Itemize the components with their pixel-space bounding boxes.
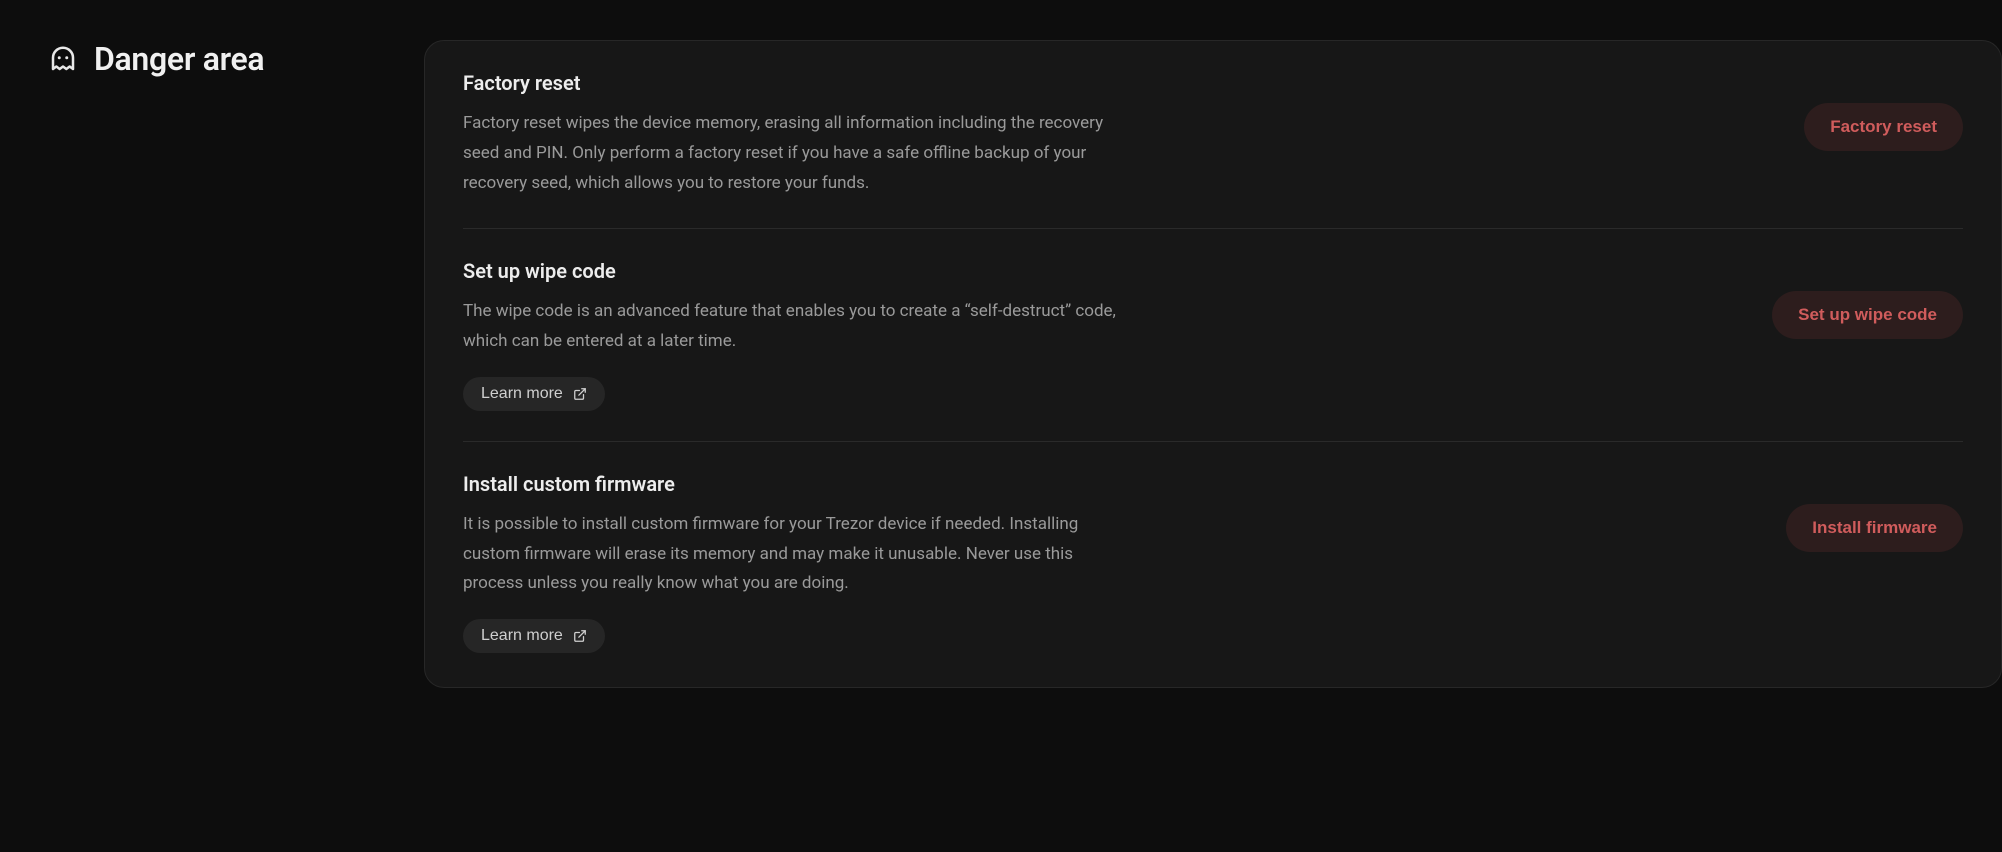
- page-title: Danger area: [94, 40, 264, 78]
- custom-firmware-item: Install custom firmware It is possible t…: [463, 441, 1963, 653]
- factory-reset-item: Factory reset Factory reset wipes the de…: [463, 71, 1963, 228]
- external-link-icon: [573, 387, 587, 401]
- wipe-code-learn-more-button[interactable]: Learn more: [463, 377, 605, 411]
- danger-panel: Factory reset Factory reset wipes the de…: [424, 40, 2002, 688]
- install-firmware-button[interactable]: Install firmware: [1786, 504, 1963, 552]
- setup-wipe-code-button[interactable]: Set up wipe code: [1772, 291, 1963, 339]
- ghost-icon: [48, 44, 78, 74]
- custom-firmware-description: It is possible to install custom firmwar…: [463, 510, 1123, 599]
- learn-more-label: Learn more: [481, 627, 563, 645]
- wipe-code-description: The wipe code is an advanced feature tha…: [463, 297, 1123, 357]
- wipe-code-title: Set up wipe code: [463, 259, 1123, 283]
- section-header: Danger area: [48, 40, 424, 78]
- factory-reset-title: Factory reset: [463, 71, 1123, 95]
- wipe-code-item: Set up wipe code The wipe code is an adv…: [463, 228, 1963, 441]
- custom-firmware-learn-more-button[interactable]: Learn more: [463, 619, 605, 653]
- external-link-icon: [573, 629, 587, 643]
- custom-firmware-title: Install custom firmware: [463, 472, 1123, 496]
- factory-reset-button[interactable]: Factory reset: [1804, 103, 1963, 151]
- learn-more-label: Learn more: [481, 385, 563, 403]
- factory-reset-description: Factory reset wipes the device memory, e…: [463, 109, 1123, 198]
